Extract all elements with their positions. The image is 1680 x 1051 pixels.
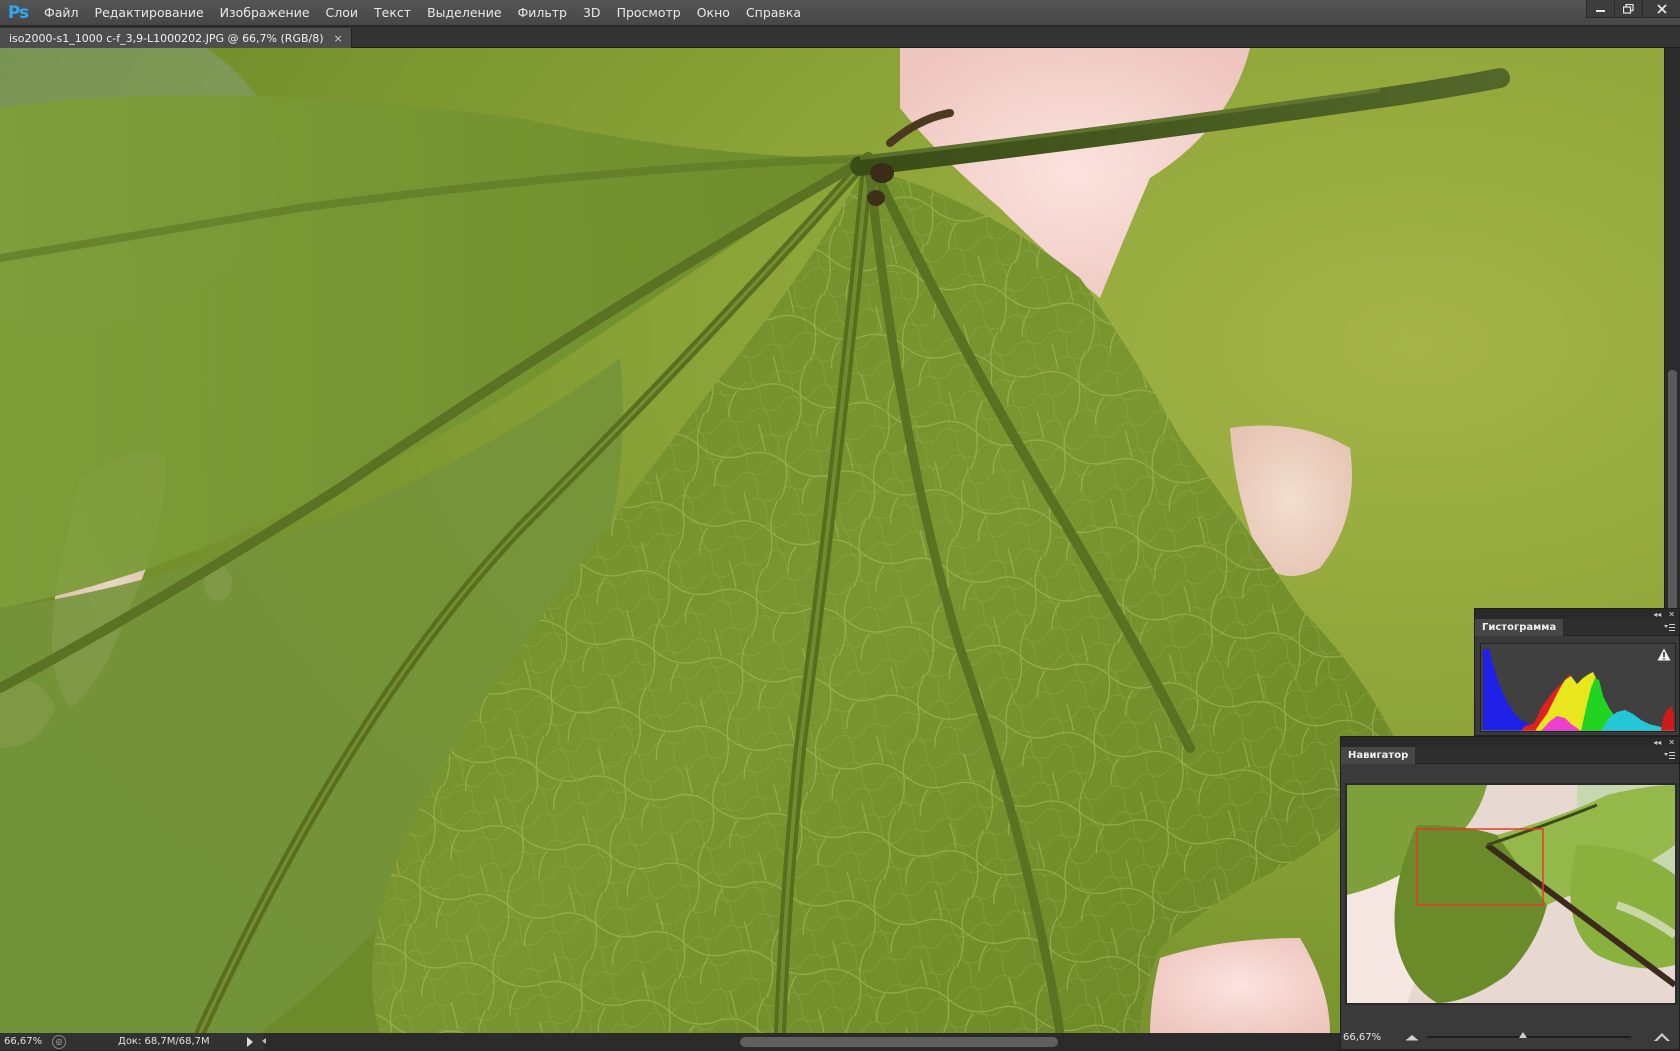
status-doc-size: Док: 68,7M/68,7M bbox=[118, 1036, 210, 1047]
menu-help[interactable]: Справка bbox=[738, 0, 809, 26]
tab-navigator[interactable]: Навигатор bbox=[1341, 747, 1416, 764]
navigator-footer: 66,67% bbox=[1341, 1023, 1680, 1051]
navigator-panel: ◂◂ ✕ Навигатор 66,67% bbox=[1340, 736, 1680, 1050]
document-tab[interactable]: iso2000-s1_1000 c-f_3,9-L1000202.JPG @ 6… bbox=[0, 28, 352, 48]
menu-window[interactable]: Окно bbox=[689, 0, 738, 26]
status-bar: 66,67% ◎ Док: 68,7M/68,7M bbox=[0, 1033, 266, 1050]
minimize-button[interactable] bbox=[1586, 0, 1614, 18]
document-tab-title: iso2000-s1_1000 c-f_3,9-L1000202.JPG @ 6… bbox=[9, 31, 324, 45]
panel-menu-icon[interactable] bbox=[1664, 750, 1675, 760]
share-icon[interactable]: ◎ bbox=[52, 1034, 66, 1049]
warning-triangle-icon[interactable] bbox=[1657, 648, 1671, 661]
zoom-slider-track[interactable] bbox=[1427, 1036, 1631, 1038]
status-zoom-field[interactable]: 66,67% bbox=[0, 1036, 48, 1047]
collapse-icon[interactable]: ◂◂ bbox=[1653, 610, 1661, 619]
collapse-icon[interactable]: ◂◂ bbox=[1653, 738, 1661, 747]
zoom-out-icon[interactable] bbox=[1405, 1032, 1419, 1042]
restore-icon bbox=[1623, 3, 1634, 14]
menu-filter[interactable]: Фильтр bbox=[510, 0, 575, 26]
tab-histogram[interactable]: Гистограмма bbox=[1475, 619, 1564, 636]
tab-close-icon[interactable]: × bbox=[334, 32, 343, 45]
panel-close-icon[interactable]: ✕ bbox=[1668, 738, 1675, 747]
restore-button[interactable] bbox=[1614, 0, 1642, 18]
panel-close-icon[interactable]: ✕ bbox=[1668, 610, 1675, 619]
histogram-panel-header: ◂◂ ✕ bbox=[1475, 609, 1679, 619]
scroll-left-arrow-icon[interactable] bbox=[262, 1038, 266, 1044]
menu-view[interactable]: Просмотр bbox=[609, 0, 689, 26]
histogram-chart bbox=[1481, 648, 1675, 732]
menu-select[interactable]: Выделение bbox=[419, 0, 509, 26]
minimize-icon bbox=[1595, 9, 1605, 12]
navigator-thumbnail[interactable] bbox=[1347, 785, 1675, 1003]
menu-edit[interactable]: Редактирование bbox=[87, 0, 212, 26]
photoshop-logo: Ps bbox=[7, 2, 29, 23]
close-icon bbox=[1656, 3, 1667, 14]
navigator-tab-row: Навигатор bbox=[1341, 747, 1679, 764]
navigator-thumbnail-image bbox=[1347, 785, 1675, 1003]
status-menu-arrow-icon[interactable] bbox=[247, 1037, 253, 1047]
menu-items: Файл Редактирование Изображение Слои Тек… bbox=[36, 0, 809, 26]
panel-menu-icon[interactable] bbox=[1664, 622, 1675, 632]
navigator-preview[interactable] bbox=[1345, 783, 1677, 1005]
navigator-panel-header: ◂◂ ✕ bbox=[1341, 737, 1679, 747]
zoom-slider-knob[interactable] bbox=[1518, 1032, 1527, 1038]
zoom-in-icon[interactable] bbox=[1653, 1032, 1671, 1042]
histogram-panel: ◂◂ ✕ Гистограмма bbox=[1474, 608, 1680, 736]
menu-3d[interactable]: 3D bbox=[575, 0, 609, 26]
menu-type[interactable]: Текст bbox=[366, 0, 419, 26]
close-window-button[interactable] bbox=[1642, 0, 1680, 18]
document-tab-bar: iso2000-s1_1000 c-f_3,9-L1000202.JPG @ 6… bbox=[0, 27, 1680, 48]
menu-image[interactable]: Изображение bbox=[212, 0, 318, 26]
menu-file[interactable]: Файл bbox=[36, 0, 87, 26]
menu-bar: Ps Файл Редактирование Изображение Слои … bbox=[0, 0, 1680, 26]
horizontal-scroll-thumb[interactable] bbox=[740, 1037, 1058, 1047]
window-controls bbox=[1586, 0, 1680, 18]
histogram-tab-row: Гистограмма bbox=[1475, 619, 1679, 636]
menu-layers[interactable]: Слои bbox=[318, 0, 367, 26]
navigator-zoom-field[interactable]: 66,67% bbox=[1343, 1032, 1401, 1043]
histogram-graph bbox=[1480, 643, 1676, 732]
